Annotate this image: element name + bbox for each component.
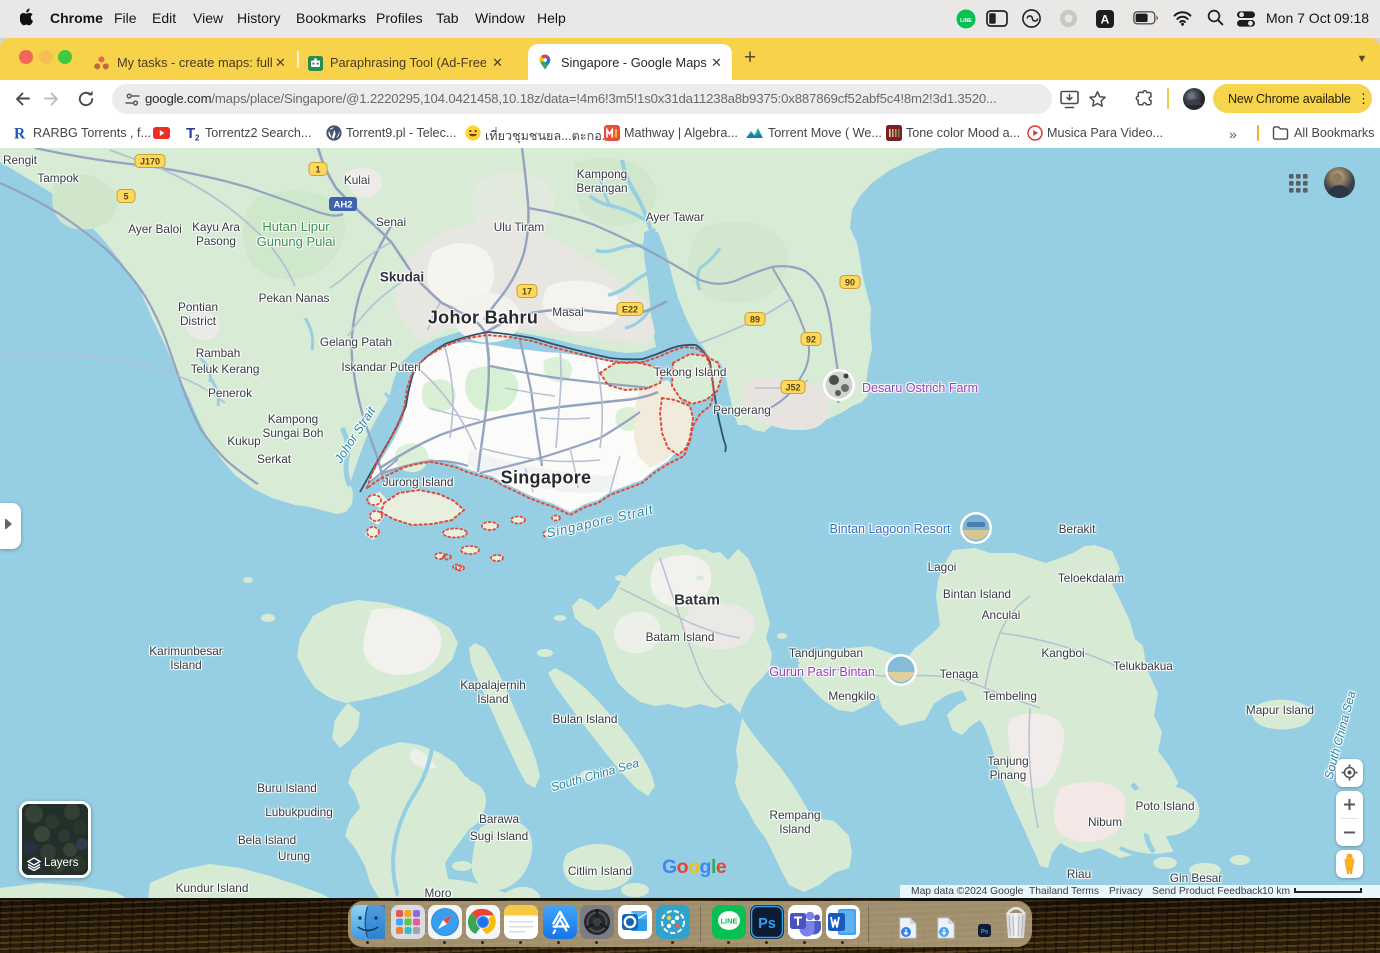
svg-text:AH2: AH2 [333, 200, 352, 211]
svg-text:R: R [14, 126, 26, 142]
svg-text:T: T [186, 125, 195, 141]
svg-text:Ps: Ps [981, 930, 989, 936]
svg-text:J170: J170 [140, 157, 160, 167]
svg-text:1: 1 [315, 165, 320, 175]
svg-text:Ps: Ps [758, 916, 776, 932]
svg-text:LINE: LINE [960, 18, 972, 24]
svg-text:17: 17 [522, 287, 532, 297]
svg-text:89: 89 [750, 315, 760, 325]
svg-text:92: 92 [806, 335, 816, 345]
svg-text:90: 90 [845, 278, 855, 288]
svg-text:2: 2 [195, 134, 200, 142]
svg-text:J52: J52 [785, 383, 800, 393]
svg-text:5: 5 [123, 192, 128, 202]
svg-text:A: A [1101, 13, 1110, 27]
svg-text:E22: E22 [622, 305, 638, 315]
svg-text:LINE: LINE [720, 917, 737, 926]
